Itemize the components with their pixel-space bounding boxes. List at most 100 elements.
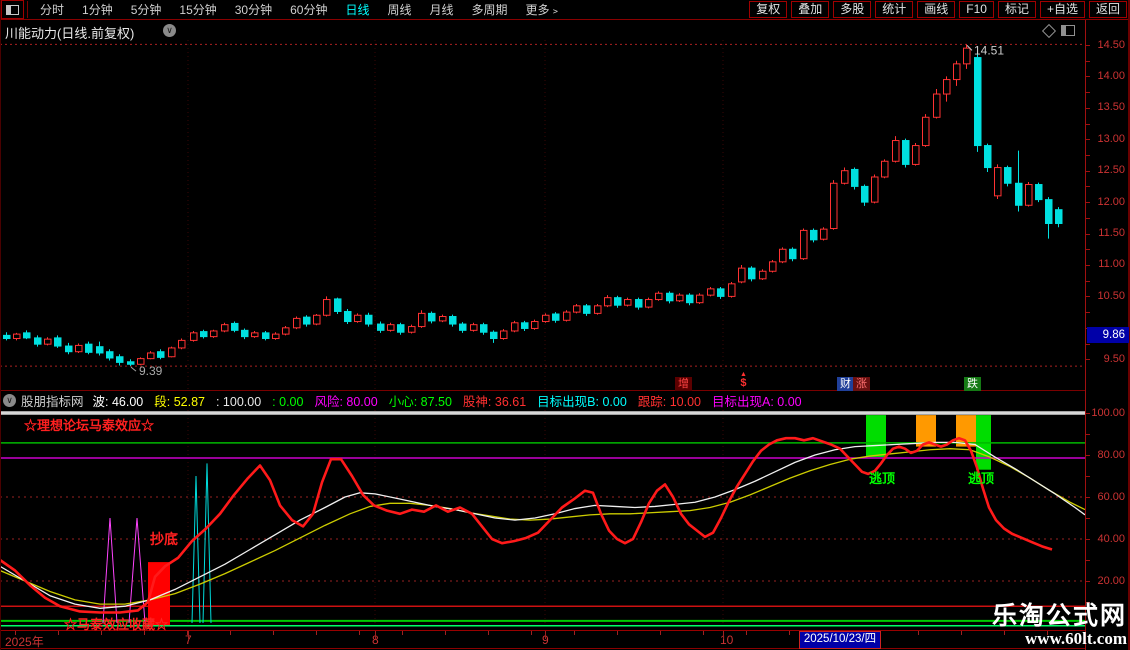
indicator-axis-label: 40.00: [1097, 533, 1125, 545]
panel-toggle-icon[interactable]: [1061, 25, 1075, 36]
chevron-down-icon[interactable]: ∨: [163, 24, 176, 37]
indicator-bottom-text: ☆马泰效应收藏☆: [64, 614, 168, 633]
time-axis-label: 2025年: [5, 633, 44, 650]
indicator-title-text: ☆理想论坛马泰效应☆: [24, 415, 154, 434]
candlestick-chart[interactable]: 14.519.39: [0, 40, 1085, 390]
price-axis-tick: [1086, 281, 1090, 282]
title-bar: 川能动力(日线.前复权) ∨: [0, 21, 1085, 39]
time-axis-tick: [58, 631, 59, 635]
period-tab[interactable]: 5分钟: [122, 1, 171, 18]
price-axis: 9.86 14.5014.0013.5013.0012.5012.0011.50…: [1085, 20, 1129, 650]
svg-text:14.51: 14.51: [974, 43, 1004, 57]
indicator-axis-tick: [1086, 413, 1090, 414]
price-axis-label: 11.50: [1098, 227, 1125, 239]
price-axis-tick: [1086, 45, 1090, 46]
price-axis-label: 13.50: [1097, 101, 1125, 113]
price-axis-tick: [1086, 124, 1090, 125]
toolbar-button[interactable]: F10: [959, 1, 994, 18]
time-axis-tick: [574, 631, 575, 635]
price-axis-label: 14.00: [1097, 70, 1125, 82]
price-axis-tick: [1086, 92, 1090, 93]
site-watermark: 乐淘公式网 www.60lt.com: [992, 602, 1127, 647]
indicator-field: 波: 46.00: [93, 395, 144, 409]
time-axis-tick: [488, 631, 489, 635]
window-split-icon[interactable]: [1, 0, 24, 19]
price-axis-tick: [1086, 61, 1090, 62]
indicator-axis-label: 80.00: [1097, 449, 1125, 461]
period-tab[interactable]: 更多﹥: [517, 1, 571, 18]
signal-badge: 增: [675, 377, 692, 391]
price-axis-tick: [1086, 171, 1090, 172]
period-tab[interactable]: 周线: [378, 1, 420, 18]
window-border: [0, 0, 1, 650]
indicator-source-label[interactable]: 股朋指标网: [21, 392, 84, 409]
price-axis-tick: [1086, 186, 1090, 187]
period-tab[interactable]: 多周期: [463, 1, 517, 18]
time-axis-tick: [746, 631, 747, 635]
time-axis-tick: [230, 631, 231, 635]
time-axis-month-tick: [723, 631, 724, 639]
toolbar-button[interactable]: 叠加: [791, 1, 829, 18]
toolbar-button[interactable]: 画线: [917, 1, 955, 18]
indicator-field: 段: 52.87: [154, 395, 205, 409]
watermark-url: www.60lt.com: [992, 630, 1127, 647]
period-tab[interactable]: 1分钟: [73, 1, 122, 18]
toolbar-button[interactable]: 复权: [749, 1, 787, 18]
indicator-axis-tick: [1086, 518, 1090, 519]
time-axis-tick: [445, 631, 446, 635]
time-axis-tick: [789, 631, 790, 635]
indicator-field: 股神: 36.61: [463, 395, 526, 409]
indicator-axis-tick: [1086, 476, 1090, 477]
period-tab[interactable]: 15分钟: [170, 1, 225, 18]
period-tab[interactable]: 分时: [31, 1, 73, 18]
panel-divider: [0, 390, 1128, 391]
indicator-field: 风险: 80.00: [314, 395, 377, 409]
time-axis-month-tick: [188, 631, 189, 639]
period-tab[interactable]: 日线: [336, 1, 378, 18]
indicator-header: ∨ 股朋指标网 波: 46.00 段: 52.87 : 100.00 : 0.00 风险…: [0, 392, 1085, 409]
indicator-field: : 0.00: [272, 395, 303, 409]
sell-signal-label: 逃顶: [968, 468, 994, 487]
time-axis-month-tick: [375, 631, 376, 639]
indicator-axis-label: 100.00: [1091, 407, 1125, 419]
time-axis-tick: [703, 631, 704, 635]
indicator-field: 目标出现A: 0.00: [712, 395, 802, 409]
dollar-signal-badge: ▲$: [740, 371, 747, 389]
indicator-axis-tick: [1086, 539, 1090, 540]
toolbar-button[interactable]: +自选: [1040, 1, 1085, 18]
indicator-collapse-icon[interactable]: ∨: [3, 394, 16, 407]
time-axis-tick: [531, 631, 532, 635]
indicator-chart[interactable]: [0, 410, 1085, 630]
time-axis-tick: [15, 631, 16, 635]
indicator-axis-label: 20.00: [1097, 575, 1125, 587]
price-axis-tick: [1086, 265, 1090, 266]
indicator-field: : 100.00: [216, 395, 261, 409]
time-axis-tick: [402, 631, 403, 635]
indicator-field: 跟踪: 10.00: [638, 395, 701, 409]
toolbar-actions: 复权叠加多股统计画线F10标记+自选返回: [745, 1, 1127, 18]
price-axis-label: 11.00: [1098, 258, 1125, 270]
trading-app-window: 分时1分钟5分钟15分钟30分钟60分钟日线周线月线多周期更多﹥ 复权叠加多股统…: [0, 0, 1130, 650]
time-axis-tick: [273, 631, 274, 635]
toolbar-button[interactable]: 统计: [875, 1, 913, 18]
toolbar: 分时1分钟5分钟15分钟30分钟60分钟日线周线月线多周期更多﹥ 复权叠加多股统…: [0, 0, 1130, 20]
price-axis-label: 14.50: [1097, 39, 1125, 51]
price-axis-label: 12.00: [1097, 196, 1125, 208]
watermark-title: 乐淘公式网: [992, 602, 1127, 630]
buy-signal-label: 抄底: [150, 529, 178, 549]
period-tab[interactable]: 30分钟: [226, 1, 281, 18]
price-axis-label: 10.50: [1097, 290, 1125, 302]
toolbar-button[interactable]: 多股: [833, 1, 871, 18]
period-tab[interactable]: 月线: [421, 1, 463, 18]
period-tab[interactable]: 60分钟: [281, 1, 336, 18]
diamond-icon[interactable]: [1042, 24, 1056, 38]
price-axis-tick: [1086, 218, 1090, 219]
price-axis-tick: [1086, 108, 1090, 109]
time-axis-tick: [660, 631, 661, 635]
time-axis-tick: [617, 631, 618, 635]
price-axis-tick: [1086, 155, 1090, 156]
toolbar-button[interactable]: 标记: [998, 1, 1036, 18]
time-axis-tick: [961, 631, 962, 635]
signal-badge: 跌: [964, 377, 981, 391]
toolbar-button[interactable]: 返回: [1089, 1, 1127, 18]
